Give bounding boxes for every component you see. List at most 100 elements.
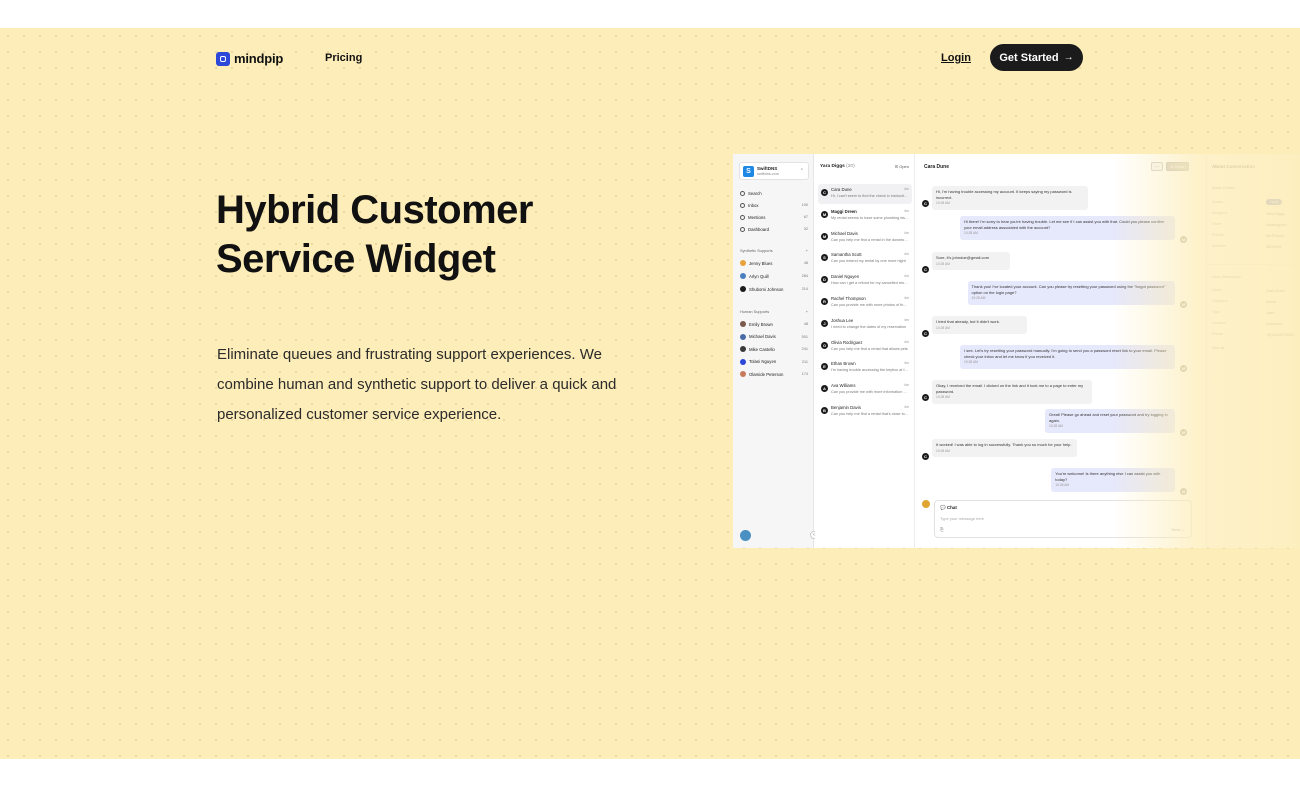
- support-name: Arlyn Quill: [749, 273, 769, 279]
- detail-key: Status: [1212, 200, 1223, 204]
- conversation-preview: My rental seems to have some plumbing is…: [831, 215, 909, 220]
- message-time: 10:28 AM: [964, 360, 978, 364]
- message-text: Sure, it's johndoe@gmail.com: [936, 255, 990, 260]
- support-name: Olamide Peterson: [749, 371, 784, 377]
- message-text: I see. Let's try resetting your password…: [964, 348, 1167, 359]
- chat-title: Cara Dune: [924, 164, 950, 170]
- conversation-time: 4m: [904, 361, 909, 366]
- composer-placeholder: Type your message here: [940, 516, 985, 521]
- preview-sidebar: S SwiftDNS swiftdns.com ⌃ ‹ Search Inbox 1…: [733, 154, 818, 548]
- workspace-name: SwiftDNS: [757, 166, 778, 171]
- section-title: Synthetic Supports: [740, 248, 773, 253]
- support-name: Michael Davis: [749, 334, 776, 340]
- conversation-name: Joshua Lee: [831, 317, 854, 323]
- conversation-time: 4m: [904, 230, 909, 235]
- detail-key: Team: [1212, 222, 1222, 226]
- support-count: 284: [801, 274, 808, 278]
- status-badge: Open: [1266, 199, 1282, 205]
- sidebar-item-dashboard: Dashboard 32: [740, 224, 808, 234]
- workspace-badge: S: [743, 166, 754, 177]
- message-time: 10:28 AM: [936, 395, 950, 399]
- conversation-time: 4m: [904, 383, 909, 388]
- avatar: [740, 286, 746, 292]
- sidebar-item-label: Search: [748, 190, 762, 196]
- conversation-list-title: Yara Diggs (20): [820, 164, 855, 169]
- sidebar-item-search: Search: [740, 188, 808, 198]
- avatar: E: [821, 363, 828, 371]
- get-started-button[interactable]: Get Started →: [990, 44, 1083, 71]
- human-support-item: Olamide Peterson 174: [740, 369, 808, 379]
- message-avatar: M: [1180, 236, 1187, 243]
- page-title-line-1: Hybrid Customer: [216, 188, 534, 232]
- detail-key: Location: [1212, 321, 1227, 325]
- page-title-line-2: Service Widget: [216, 237, 496, 281]
- message-time: 10:28 AM: [936, 261, 950, 266]
- chevron-icon: ⌃: [799, 168, 804, 174]
- attach-icon: ⎘: [940, 527, 944, 532]
- plus-icon: +: [805, 248, 808, 253]
- message-time: 10:28 AM: [971, 296, 986, 300]
- message-time: 10:28 AM: [1049, 424, 1063, 428]
- conversation-item: J Joshua Lee 4m I need to change the dates …: [818, 315, 912, 335]
- conversation-time: 4m: [904, 405, 909, 409]
- message-avatar: M: [1180, 488, 1187, 495]
- conversation-item: S Samantha Scott 4m Can you extend my renta…: [818, 249, 912, 269]
- avatar: S: [821, 254, 828, 262]
- conversation-name: Ethan Brown: [831, 361, 856, 367]
- message-avatar: C: [922, 330, 929, 337]
- message-text: Great! Please go ahead and reset your pa…: [1049, 412, 1168, 423]
- conversation-time: 4m: [904, 296, 909, 300]
- filter-open: ☰ Open: [894, 164, 909, 169]
- avatar: M: [821, 210, 828, 218]
- conversation-item: C Cara Dune 4m Hi, I can't seem to find the…: [818, 184, 912, 204]
- search-icon: [740, 190, 745, 196]
- conversation-time: 4m: [904, 274, 909, 279]
- support-count: 214: [801, 287, 808, 291]
- sidebar-item-inbox: Inbox 100: [740, 200, 808, 210]
- conversation-item: M Michael Davis 4m Can you help me find a r…: [818, 228, 912, 248]
- detail-value: Yara Diggs: [1266, 211, 1285, 216]
- detail-value: +1(415)8734682: [1266, 332, 1295, 337]
- arrow-right-icon: →: [1063, 52, 1074, 63]
- mentions-icon: [740, 214, 745, 220]
- conversation-name: Rachel Thompson: [831, 296, 866, 301]
- conversation-preview: Can you provide me with more photos of t…: [831, 303, 909, 307]
- conversation-name: Benjamin Davis: [831, 405, 861, 410]
- detail-value: Unknown: [1266, 321, 1283, 326]
- detail-key: Phone: [1212, 332, 1223, 336]
- top-nav: mindpip Pricing Login Get Started →: [216, 44, 1084, 72]
- conversation-time: 4m: [904, 208, 909, 213]
- app-preview-image: S SwiftDNS swiftdns.com ⌃ ‹ Search Inbox 1…: [733, 154, 1300, 548]
- avatar: M: [821, 232, 828, 240]
- user-information-title: User Information: [1212, 274, 1242, 279]
- conversation-item: M Maggi Dreen 4m My rental seems to have so…: [818, 206, 912, 226]
- conversation-name: Olivia Rodriguez: [831, 339, 863, 345]
- conversation-preview: I'm having trouble accessing the keybox …: [831, 368, 909, 373]
- avatar: [740, 358, 746, 365]
- inbox-icon: [740, 202, 745, 208]
- about-title: About Conversation: [1212, 164, 1256, 169]
- conversation-item: D Daniel Nguyen 4m How can i get a refund f…: [818, 271, 912, 291]
- sidebar-item-mentions: Mentions 67: [740, 212, 808, 222]
- avatar: J: [821, 319, 828, 327]
- preview-conversation-list: Yara Diggs (20) ☰ Open C Cara Dune 4m Hi, I…: [815, 154, 915, 548]
- avatar: [740, 321, 746, 327]
- workspace-switcher: S SwiftDNS swiftdns.com ⌃: [739, 162, 809, 180]
- hero-section: mindpip Pricing Login Get Started → Hybr…: [0, 28, 1300, 759]
- conversation-preview: Can you extend my rental by one more nig…: [831, 259, 906, 264]
- chat-message: Great! Please go ahead and reset your pa…: [1045, 409, 1175, 433]
- login-link[interactable]: Login: [941, 52, 971, 64]
- conversation-preview: Can you help me find a rental that's clo…: [831, 412, 909, 416]
- sidebar-item-label: Inbox: [748, 202, 759, 208]
- avatar: [740, 333, 746, 340]
- message-avatar: M: [1180, 301, 1187, 308]
- brand-logo[interactable]: mindpip: [216, 51, 283, 66]
- conversation-time: 4m: [904, 339, 909, 344]
- avatar: C: [821, 189, 828, 196]
- detail-value: Acme: [1266, 299, 1276, 304]
- message-time: 10:28 AM: [936, 325, 950, 330]
- detail-key: Priority: [1212, 233, 1224, 237]
- conversation-time: 4m: [904, 187, 909, 191]
- nav-link-pricing[interactable]: Pricing: [325, 52, 362, 64]
- avatar: [740, 260, 746, 266]
